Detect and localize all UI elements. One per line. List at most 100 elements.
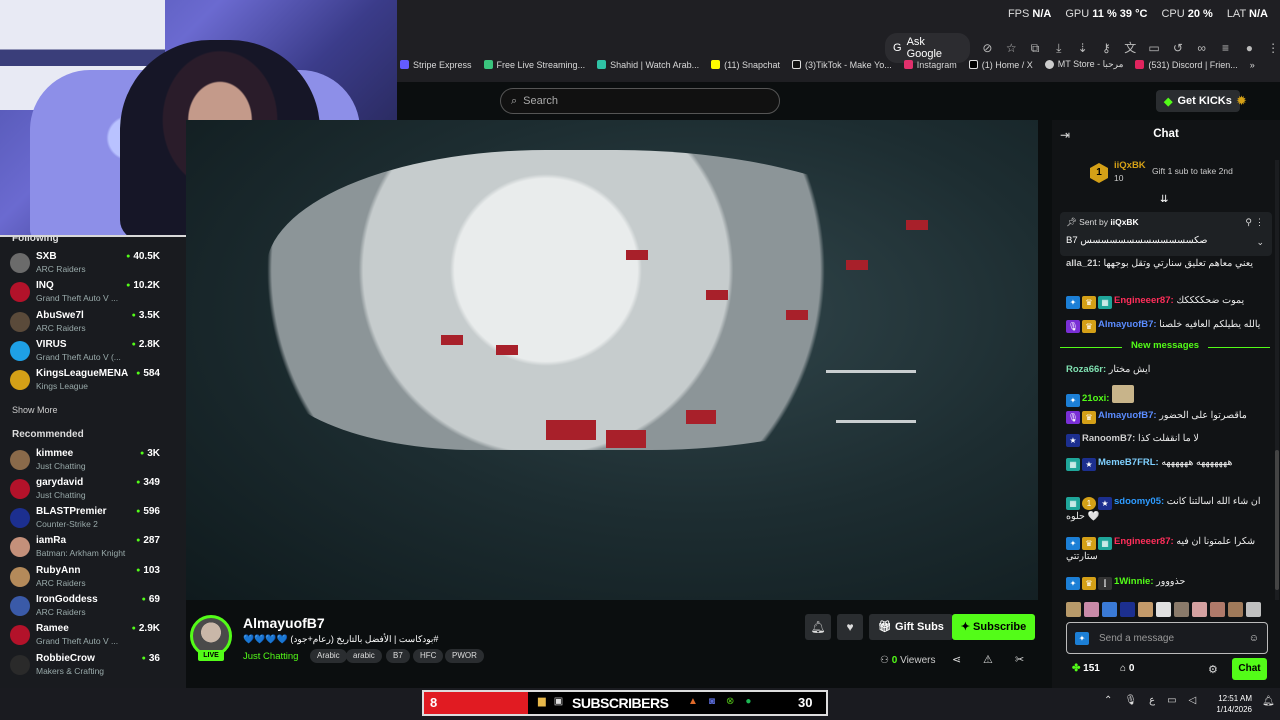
chevron-up-icon[interactable]: ⌃ [1104,695,1112,706]
emote[interactable] [1228,602,1243,617]
report-icon[interactable]: ⚠ [983,653,993,666]
app-icon[interactable]: ▲ [688,696,698,707]
pin-icon[interactable]: ⚲ [1245,217,1252,228]
avatar [10,282,30,302]
expand-leaderboard-icon[interactable]: ⇊ [1160,194,1168,205]
chat-settings-icon[interactable]: ⚙ [1208,663,1218,676]
tag-arabic-lower[interactable]: arabic [346,649,382,663]
red-house [786,310,808,320]
taskbar-clock[interactable]: 12:51 AM 1/14/2026 [1212,693,1252,715]
xbox-icon[interactable]: ⊗ [726,696,734,707]
bookmark-x[interactable]: (1) Home / X [968,59,1033,70]
chat-badge-icon: ✦ [1075,631,1089,645]
gift-subs-button[interactable]: 🎁︎ Gift Subs [869,614,953,640]
emote[interactable] [1120,602,1135,617]
sidebar-item-iamra[interactable]: iamRaBatman: Arkham Knight287 [10,535,160,563]
video-frame-island [266,150,966,450]
clip-icon[interactable]: ✂ [1015,653,1024,666]
install-icon[interactable]: ⇣ [1076,41,1090,55]
pinned-sent-by: 📌︎ Sent by iiQxBK [1066,217,1139,227]
tag-hfc[interactable]: HFC [413,649,444,663]
profile-icon[interactable]: ● [1242,41,1256,55]
card-icon[interactable]: ▭ [1147,41,1161,55]
pinned-message[interactable]: 📌︎ Sent by iiQxBK B7 صكسسسسسسسسسسسسس ⚲ ⋮… [1060,212,1272,256]
video-player[interactable] [186,120,1038,600]
translate-icon[interactable]: 文 [1123,41,1137,55]
sidebar-item-sxb[interactable]: SXBARC Raiders40.5K [10,251,160,279]
bookmark-tiktok[interactable]: (3)TikTok - Make Yo... [792,59,892,70]
sidebar-item-blastpremier[interactable]: BLASTPremierCounter-Strike 2596 [10,506,160,534]
network-icon[interactable]: ▭ [1167,695,1176,706]
bookmark-instagram[interactable]: Instagram [903,59,957,70]
chat-send-button[interactable]: Chat [1232,658,1267,680]
volume-icon[interactable]: ◁ [1189,695,1197,706]
emote[interactable] [1066,602,1081,617]
kicks-balance[interactable]: ✤ 151 [1072,663,1100,674]
more-vertical-icon[interactable]: ⋮ [1266,41,1280,55]
bookmark-shahid[interactable]: Shahid | Watch Arab... [597,59,699,70]
tag-b7[interactable]: B7 [386,649,410,663]
sidebar-item-garydavid[interactable]: garydavidJust Chatting349 [10,477,160,505]
spotify-icon[interactable]: ● [745,696,751,707]
star-icon[interactable]: ☆ [1004,41,1018,55]
emote[interactable] [1156,602,1171,617]
share-icon[interactable]: ⋖ [952,653,961,666]
menu-lines-icon[interactable]: ≡ [1219,41,1233,55]
sidebar-item-kimmee[interactable]: kimmeeJust Chatting3K [10,448,160,476]
app-icon[interactable]: ▣ [554,696,563,707]
bookmark-snapchat[interactable]: (11) Snapchat [711,59,780,70]
follow-heart-icon[interactable]: ♥ [837,614,863,640]
eye-off-icon[interactable]: ⊘ [980,41,994,55]
emote[interactable] [1102,602,1117,617]
bookmark-mt-store[interactable]: MT Store - مرحبا [1044,59,1123,70]
bookmark-free-live[interactable]: Free Live Streaming... [483,59,585,70]
bookmark-stripe[interactable]: Stripe Express [400,59,472,70]
language-indicator[interactable]: ع [1149,695,1155,706]
emoji-icon[interactable]: ☺ [1249,633,1259,644]
notification-icon[interactable]: 🔔︎ [1262,696,1275,707]
key-icon[interactable]: ⚷ [1100,41,1114,55]
chat-scroll-thumb[interactable] [1275,450,1279,590]
sidebar-item-virus[interactable]: VIRUSGrand Theft Auto V (...2.8K [10,339,160,367]
rewards-icon[interactable]: ✹ [1236,94,1250,108]
sidebar-item-kingsleaguemena[interactable]: KingsLeagueMENAKings League584 [10,368,160,396]
top-gifter-banner[interactable]: 1 iiQxBK 10 Gift 1 sub to take 2nd [1090,160,1270,188]
notification-bell-icon[interactable]: 🔔︎ [805,614,831,640]
tag-arabic[interactable]: Arabic [310,649,347,663]
sidebar-item-abuswe7l[interactable]: AbuSwe7lARC Raiders3.5K [10,310,160,338]
bookmark-discord[interactable]: (531) Discord | Frien... [1135,59,1238,70]
subscribe-button[interactable]: ✦ Subscribe [952,614,1035,640]
folder-icon[interactable]: ▆ [538,696,546,707]
channel-name[interactable]: AlmayuofB7 [243,615,325,631]
chevron-down-icon[interactable]: ⌄ [1256,237,1264,248]
sidebar-item-ramee[interactable]: RameeGrand Theft Auto V ...2.9K [10,623,160,651]
link-icon[interactable]: ∞ [1195,41,1209,55]
bookmarks-overflow-icon[interactable]: » [1250,59,1255,70]
sidebar-item-robbiecrow[interactable]: RobbieCrowMakers & Crafting36 [10,653,160,681]
sidebar-item-rubyann[interactable]: RubyAnnARC Raiders103 [10,565,160,593]
emote[interactable] [1174,602,1189,617]
search-input[interactable]: ⌕ Search [500,88,780,114]
show-more-link[interactable]: Show More [12,405,58,415]
microphone-icon[interactable]: 🎙︎ [1124,695,1137,706]
tag-pwor[interactable]: PWOR [445,649,484,663]
emote[interactable] [1192,602,1207,617]
app-icon[interactable]: ◙ [709,696,715,707]
sidebar-item-irongoddess[interactable]: IronGoddessARC Raiders69 [10,594,160,622]
red-house [441,335,463,345]
emote[interactable] [1210,602,1225,617]
emote[interactable] [1246,602,1261,617]
chat-message-input[interactable]: ✦ Send a message ☺ [1066,622,1268,654]
extensions-icon[interactable]: ⧉ [1028,41,1042,55]
more-options-icon[interactable]: ⋮ [1255,217,1264,228]
sidebar-item-inq[interactable]: INQGrand Theft Auto V ...10.2K [10,280,160,308]
emote[interactable] [1138,602,1153,617]
download-icon[interactable]: ⤓ [1052,41,1066,55]
points-balance[interactable]: ⌂ 0 [1120,663,1134,674]
history-icon[interactable]: ↺ [1171,41,1185,55]
get-kicks-button[interactable]: ◆ Get KICKs [1156,90,1240,112]
stream-category[interactable]: Just Chatting [243,651,298,662]
avatar [10,537,30,557]
emote[interactable] [1084,602,1099,617]
emote [1112,385,1135,403]
